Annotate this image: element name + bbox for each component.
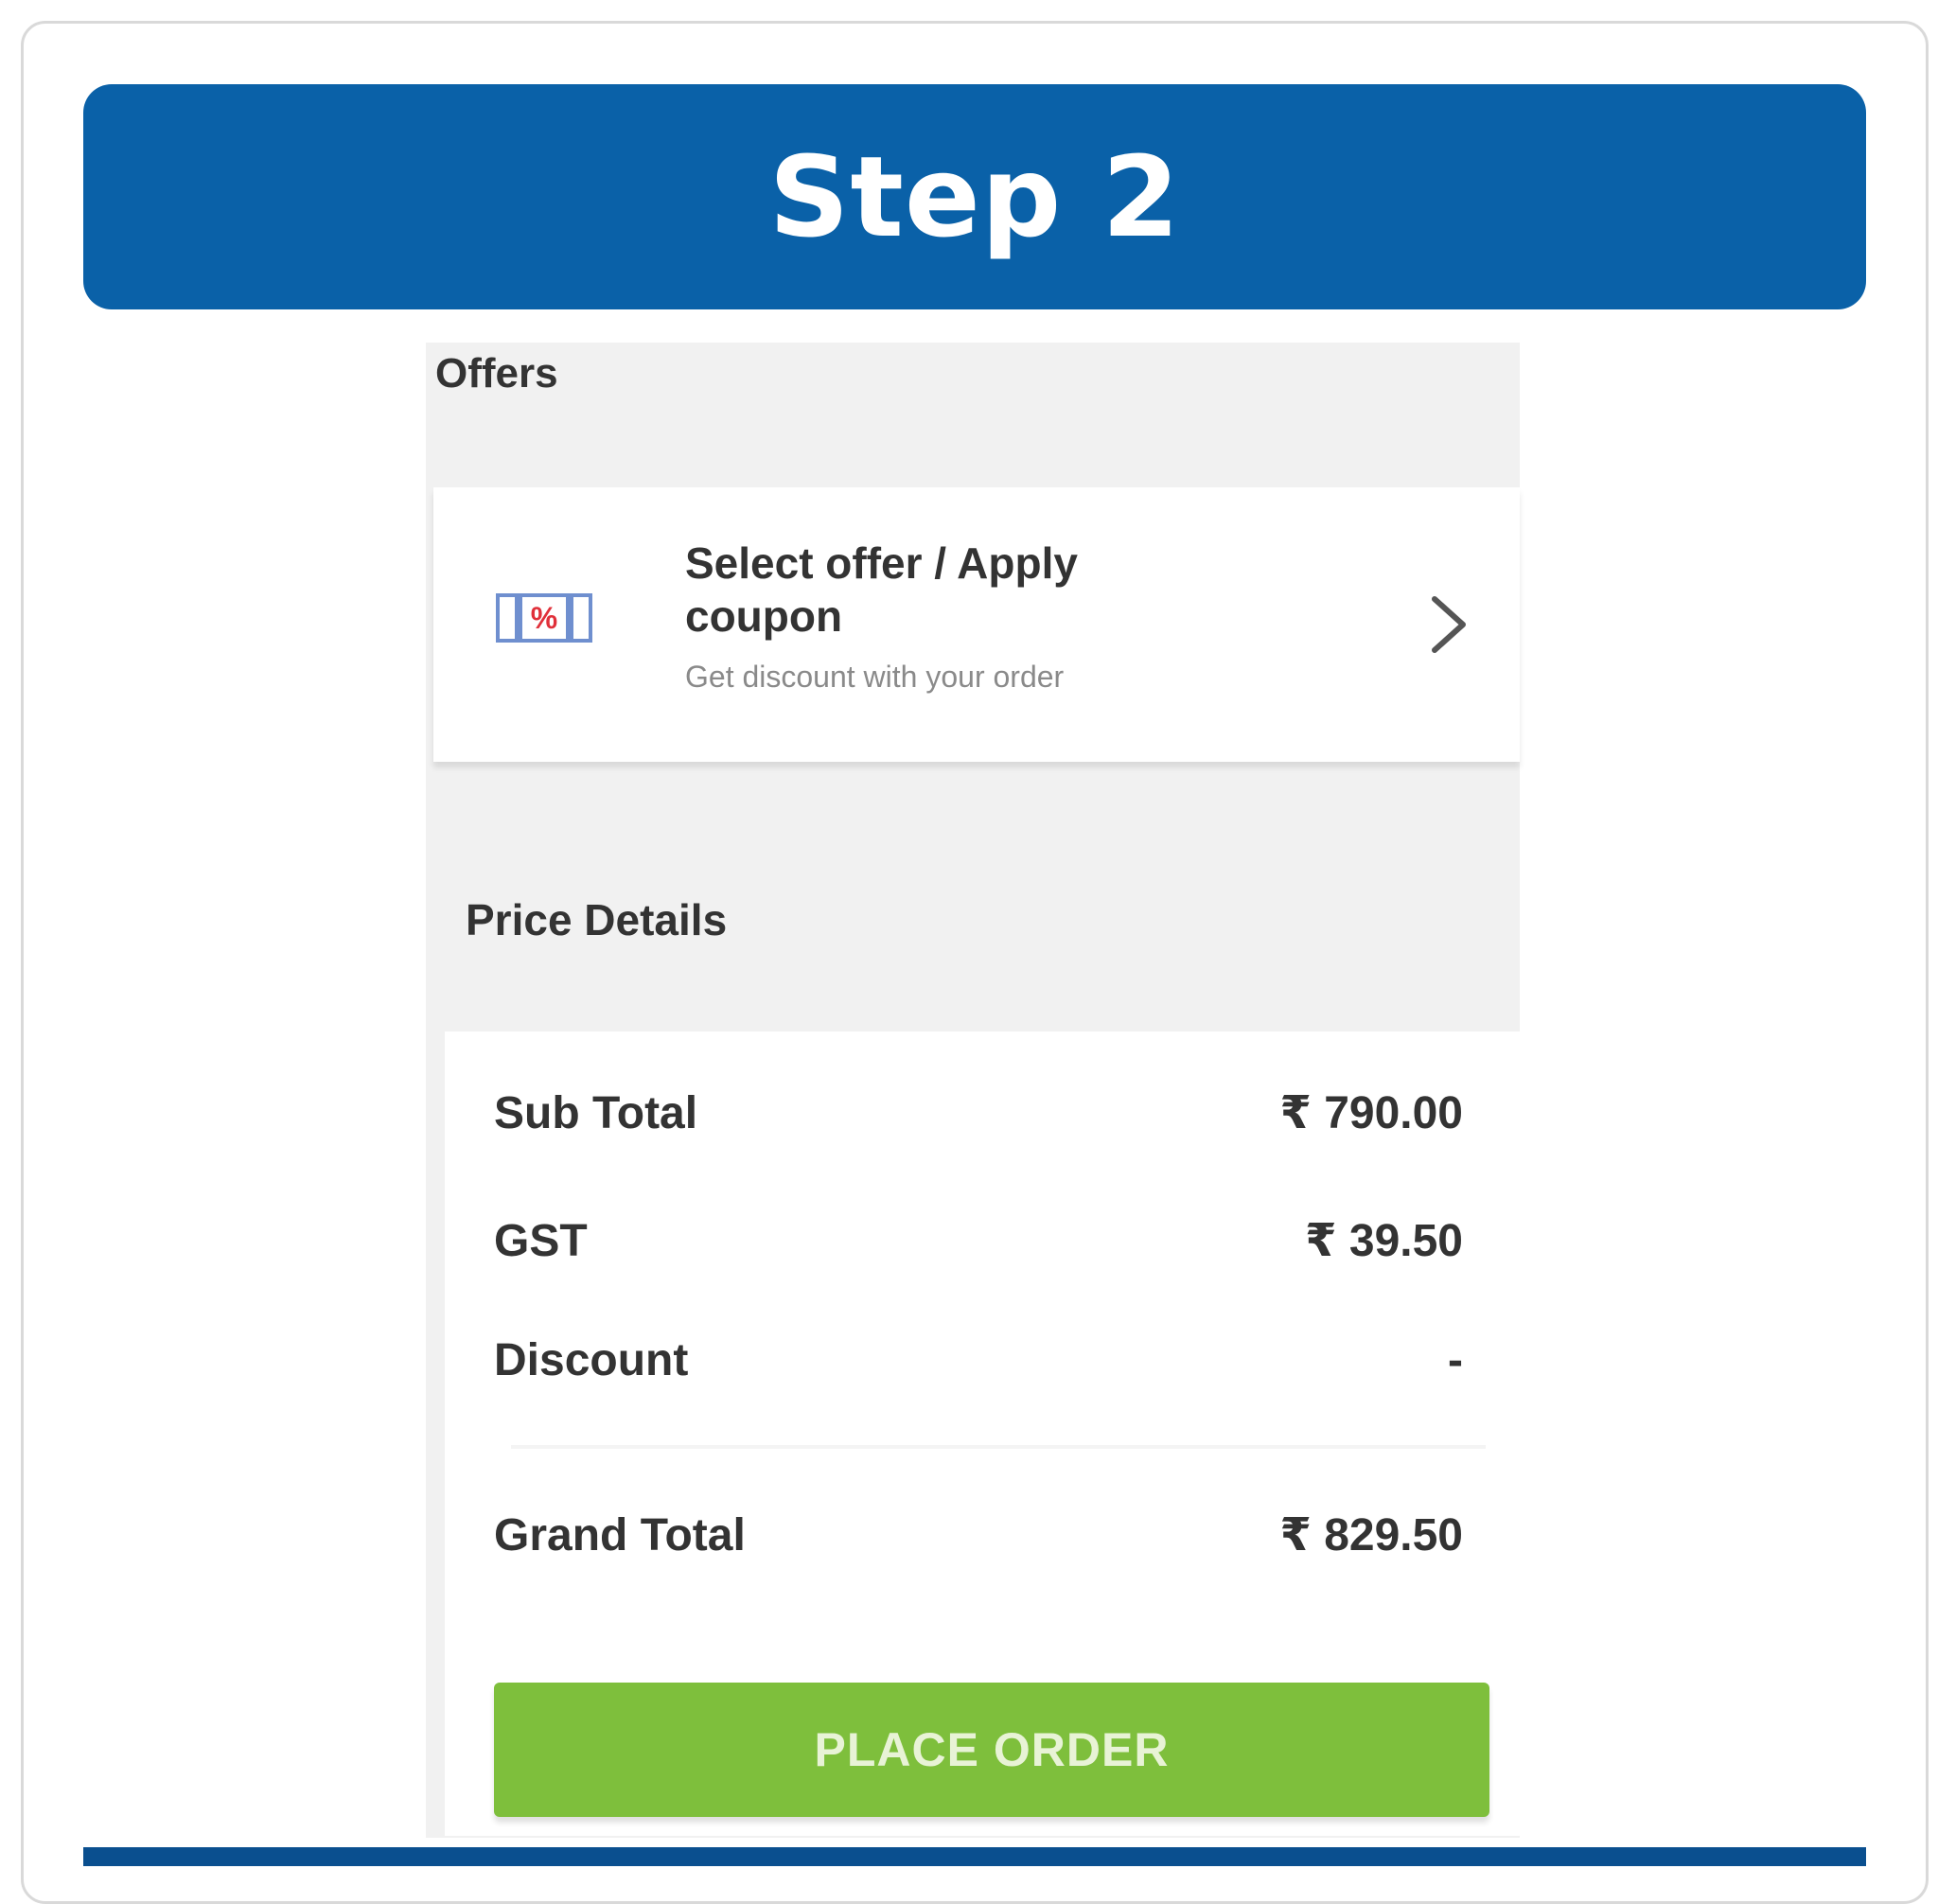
- gst-label: GST: [494, 1215, 588, 1266]
- subtotal-row: Sub Total ₹ 790.00: [494, 1086, 1463, 1139]
- step-title: Step 2: [768, 132, 1181, 262]
- gst-value: ₹ 39.50: [1305, 1216, 1463, 1266]
- grand-total-label: Grand Total: [494, 1509, 746, 1560]
- coupon-icon-percent: %: [530, 601, 558, 635]
- grand-total-value: ₹ 829.50: [1279, 1510, 1463, 1560]
- place-order-button[interactable]: PLACE ORDER: [494, 1683, 1489, 1817]
- subtotal-value: ₹ 790.00: [1279, 1088, 1463, 1138]
- total-divider: [511, 1445, 1486, 1449]
- discount-label: Discount: [494, 1335, 689, 1385]
- coupon-icon: %: [496, 593, 592, 643]
- discount-value: -: [1448, 1335, 1463, 1385]
- bottom-banner-edge: [83, 1847, 1866, 1866]
- discount-row: Discount -: [494, 1334, 1463, 1386]
- price-details-title: Price Details: [466, 895, 728, 944]
- chevron-right-icon[interactable]: [1425, 591, 1472, 658]
- apply-coupon-card[interactable]: % Select offer / Apply coupon Get discou…: [433, 487, 1520, 762]
- step-banner: Step 2: [83, 84, 1866, 309]
- offer-card-subtitle: Get discount with your order: [685, 660, 1065, 694]
- gst-row: GST ₹ 39.50: [494, 1214, 1463, 1267]
- offer-card-title: Select offer / Apply coupon: [685, 538, 1078, 641]
- offers-section-title: Offers: [435, 350, 558, 397]
- subtotal-label: Sub Total: [494, 1087, 698, 1138]
- grand-total-row: Grand Total ₹ 829.50: [494, 1508, 1463, 1561]
